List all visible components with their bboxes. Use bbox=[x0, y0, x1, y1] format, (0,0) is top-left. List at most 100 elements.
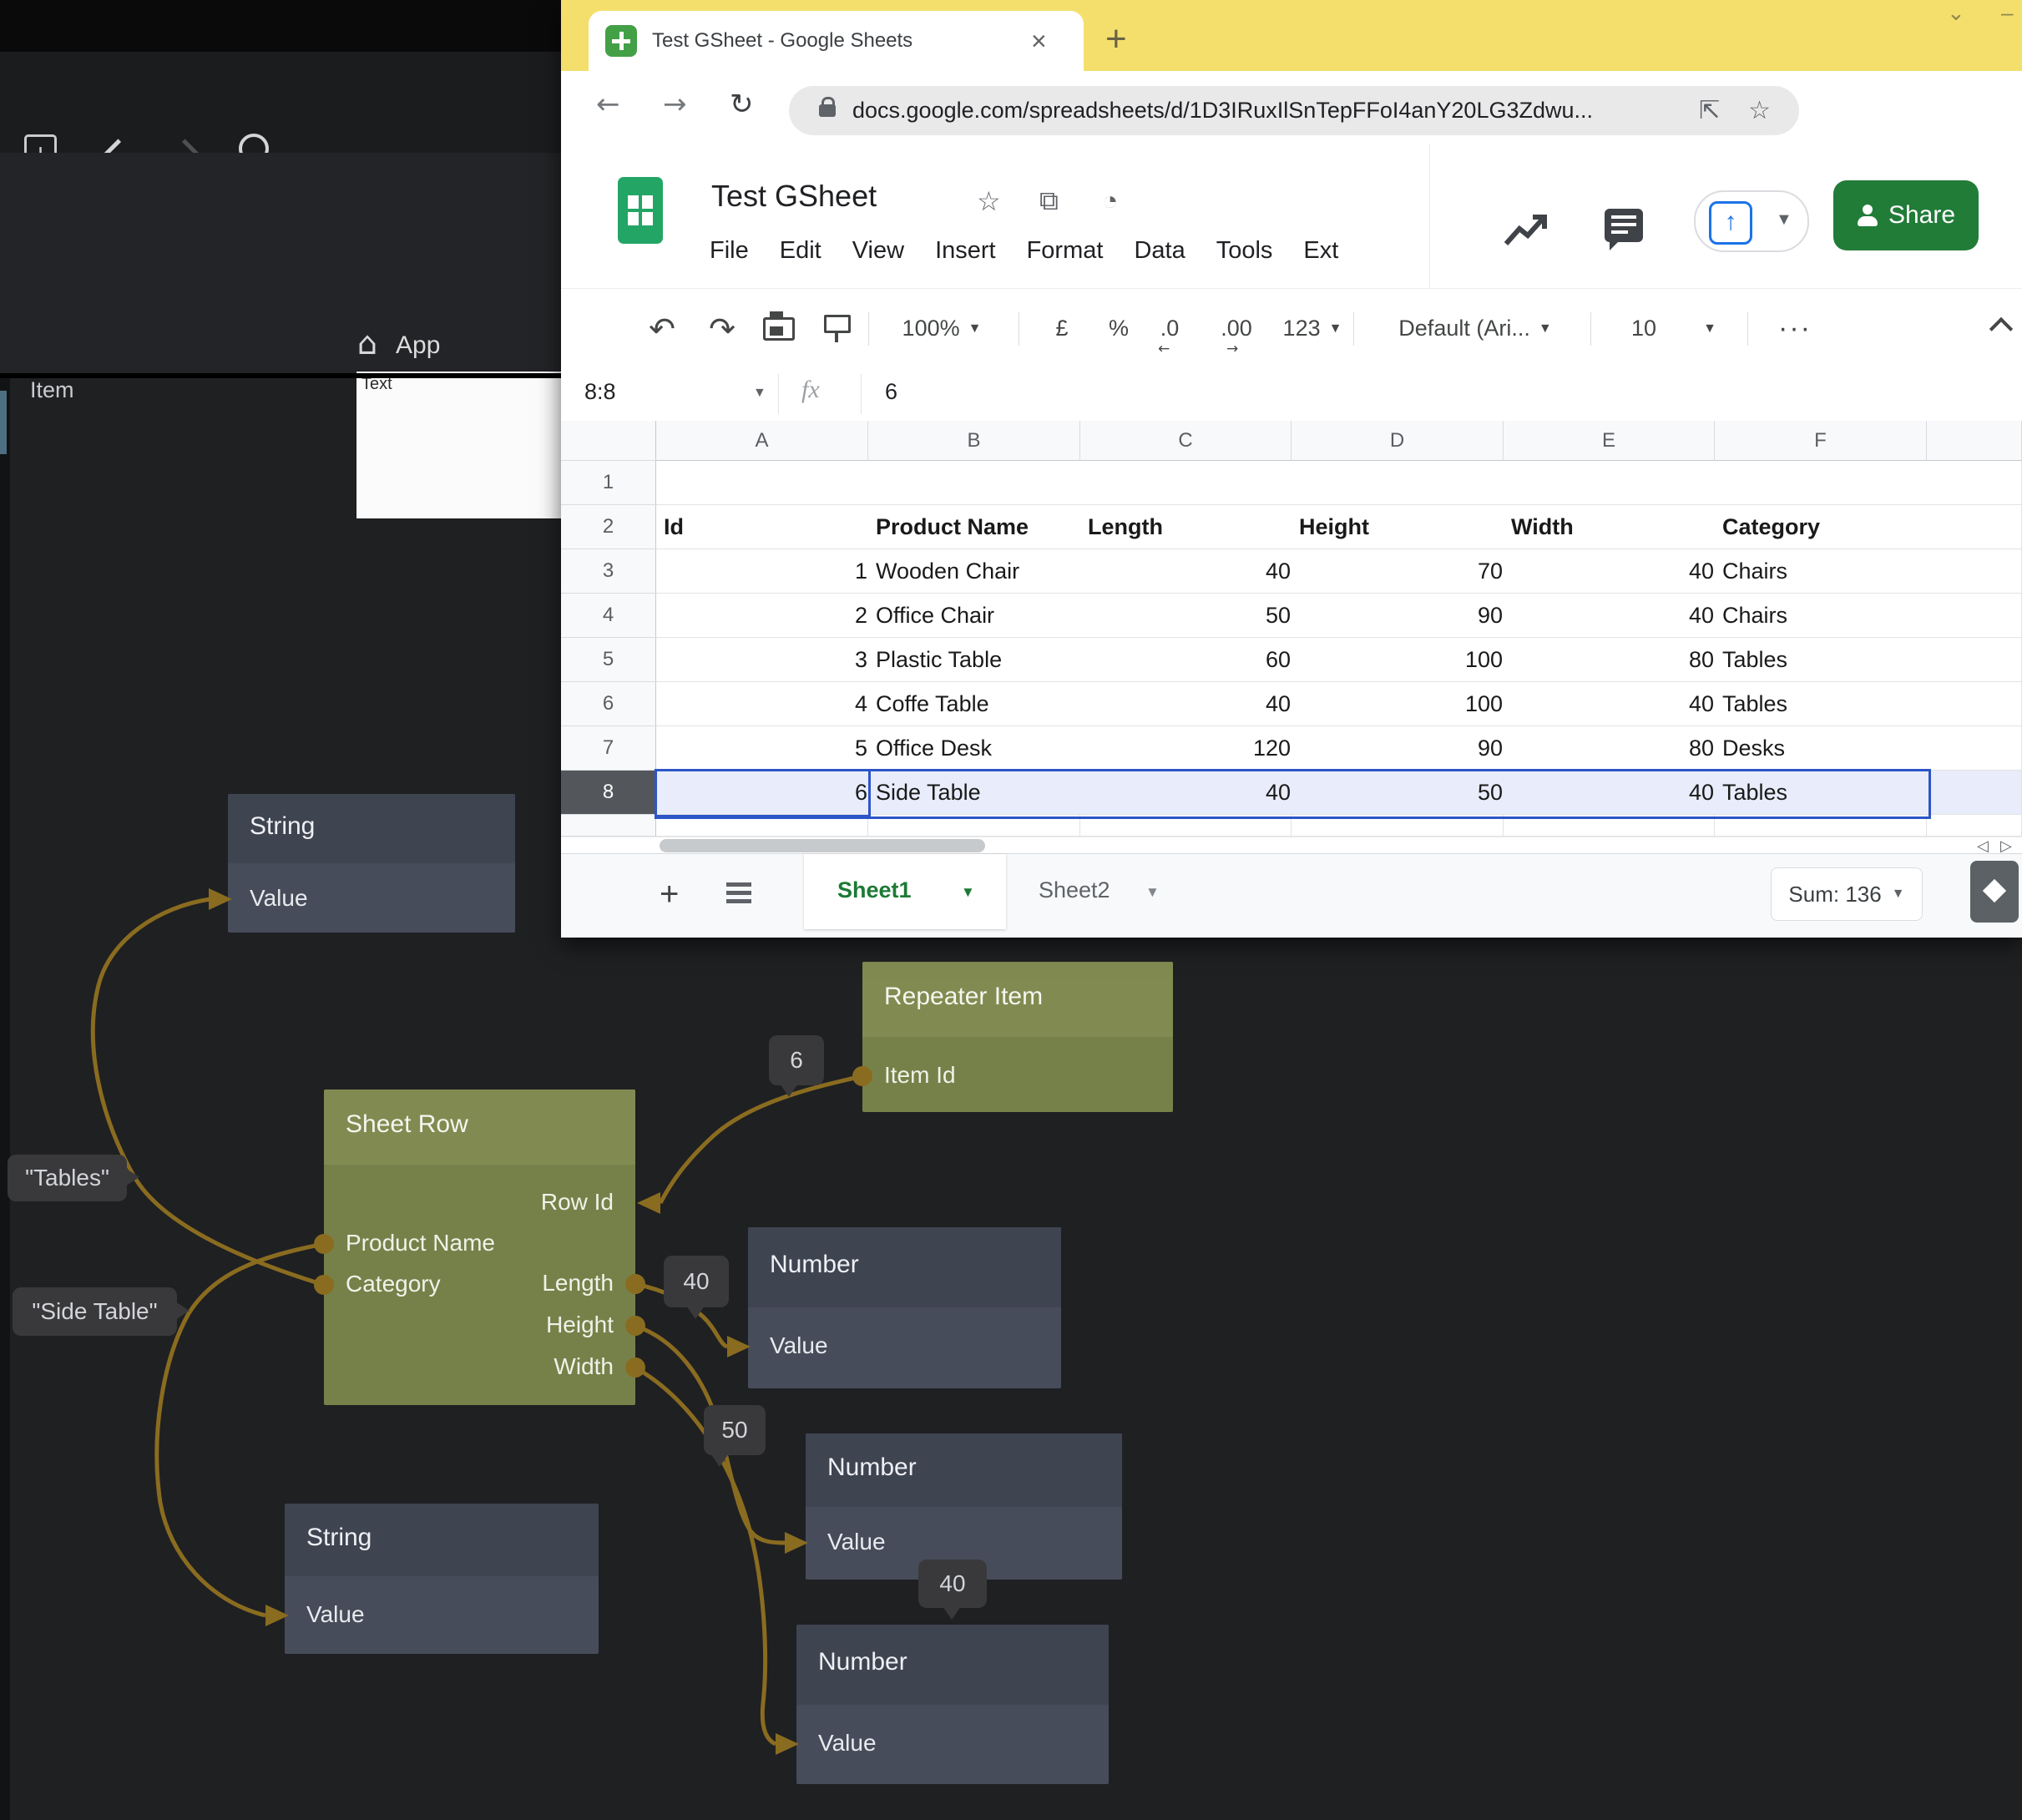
menu-file[interactable]: File bbox=[710, 237, 749, 265]
cell-B1[interactable] bbox=[868, 461, 1088, 505]
port-product-name[interactable]: Product Name bbox=[346, 1230, 495, 1256]
cell-D2[interactable]: Height bbox=[1292, 505, 1511, 549]
bookmark-star-icon[interactable]: ☆ bbox=[1748, 96, 1771, 125]
undo-icon[interactable]: ↶ bbox=[641, 289, 683, 368]
node-number[interactable]: NumberValue bbox=[796, 1625, 1109, 1784]
sheet-tab-active[interactable]: Sheet1 ▼ bbox=[804, 854, 1006, 929]
cell-A8[interactable]: 6 bbox=[656, 771, 877, 815]
horizontal-scrollbar[interactable]: ◁ ▷ bbox=[561, 837, 2022, 854]
port-length[interactable]: Length bbox=[542, 1270, 614, 1297]
explore-button[interactable] bbox=[1970, 861, 2019, 923]
sheets-logo-icon[interactable] bbox=[618, 177, 663, 244]
cell-partial-5[interactable] bbox=[1927, 638, 2022, 682]
comments-icon[interactable] bbox=[1605, 209, 1643, 242]
cell-E8[interactable]: 40 bbox=[1504, 771, 1723, 815]
column-header-B[interactable]: B bbox=[868, 421, 1080, 462]
column-header-E[interactable]: E bbox=[1504, 421, 1715, 462]
row-header-4[interactable]: 4 bbox=[561, 594, 657, 638]
star-document-icon[interactable]: ☆ bbox=[977, 185, 1001, 217]
cell-B3[interactable]: Wooden Chair bbox=[868, 549, 1088, 594]
cell-B6[interactable]: Coffe Table bbox=[868, 682, 1088, 726]
port-value[interactable]: Value bbox=[770, 1332, 828, 1359]
new-tab-icon[interactable]: + bbox=[1105, 18, 1127, 60]
port-width[interactable]: Width bbox=[554, 1353, 614, 1380]
document-title[interactable]: Test GSheet bbox=[711, 179, 877, 214]
present-button[interactable]: ↑ ▼ bbox=[1694, 190, 1809, 252]
all-sheets-icon[interactable] bbox=[726, 882, 751, 904]
cell-C5[interactable]: 60 bbox=[1080, 638, 1300, 682]
row-header-6[interactable]: 6 bbox=[561, 682, 657, 726]
cell-C2[interactable]: Length bbox=[1080, 505, 1299, 549]
menu-edit[interactable]: Edit bbox=[780, 237, 821, 265]
cell-F3[interactable]: Chairs bbox=[1715, 549, 1934, 594]
cell-D1[interactable] bbox=[1292, 461, 1511, 505]
cell-F4[interactable]: Chairs bbox=[1715, 594, 1934, 638]
row-header-8[interactable]: 8 bbox=[561, 771, 657, 815]
cell-C1[interactable] bbox=[1080, 461, 1299, 505]
node-number[interactable]: NumberValue bbox=[806, 1433, 1122, 1580]
sheet-tab-sheet2[interactable]: Sheet2 bbox=[1039, 877, 1110, 903]
cell-B5[interactable]: Plastic Table bbox=[868, 638, 1088, 682]
cell-A4[interactable]: 2 bbox=[656, 594, 877, 638]
cell-partial-3[interactable] bbox=[1927, 549, 2022, 594]
cell-E6[interactable]: 40 bbox=[1504, 682, 1723, 726]
collapse-toolbar-icon[interactable] bbox=[1980, 289, 2022, 368]
browser-tab[interactable]: Test GSheet - Google Sheets × bbox=[589, 11, 1084, 71]
column-header-F[interactable]: F bbox=[1715, 421, 1927, 462]
back-icon[interactable]: ← bbox=[596, 88, 620, 121]
cell-A2[interactable]: Id bbox=[656, 505, 876, 549]
node-sheet-row[interactable]: Sheet RowRow IdProduct NameCategoryLengt… bbox=[324, 1089, 635, 1405]
cell-C6[interactable]: 40 bbox=[1080, 682, 1300, 726]
cell-C8[interactable]: 40 bbox=[1080, 771, 1300, 815]
present-dropdown-icon[interactable]: ▼ bbox=[1776, 210, 1792, 230]
cell-F5[interactable]: Tables bbox=[1715, 638, 1934, 682]
print-icon[interactable] bbox=[758, 289, 800, 368]
share-page-icon[interactable]: ⇱ bbox=[1699, 96, 1720, 125]
cell-E7[interactable]: 80 bbox=[1504, 726, 1723, 771]
row-header-5[interactable]: 5 bbox=[561, 638, 657, 682]
sheet1-dropdown-icon[interactable]: ▼ bbox=[961, 884, 975, 901]
column-header-partial[interactable] bbox=[1927, 421, 2022, 462]
close-tab-icon[interactable]: × bbox=[1031, 26, 1047, 57]
port-category[interactable]: Category bbox=[346, 1271, 441, 1297]
add-sheet-icon[interactable]: + bbox=[660, 876, 679, 913]
node-string[interactable]: StringValue bbox=[228, 794, 515, 933]
more-toolbar-icon[interactable]: ··· bbox=[1770, 289, 1820, 368]
row-header-3[interactable]: 3 bbox=[561, 549, 657, 594]
window-minimize-icon[interactable]: ⌄ bbox=[1947, 0, 1965, 26]
menu-data[interactable]: Data bbox=[1134, 237, 1185, 265]
menu-format[interactable]: Format bbox=[1027, 237, 1104, 265]
row-header-2[interactable]: 2 bbox=[561, 505, 657, 549]
port-value[interactable]: Value bbox=[306, 1601, 365, 1628]
url-text[interactable]: docs.google.com/spreadsheets/d/1D3IRuxIl… bbox=[852, 98, 1699, 124]
cell-A6[interactable]: 4 bbox=[656, 682, 877, 726]
cell-A7[interactable]: 5 bbox=[656, 726, 877, 771]
font-size-select[interactable]: 10▼ bbox=[1620, 289, 1728, 368]
cell-D4[interactable]: 90 bbox=[1292, 594, 1512, 638]
cell-A1[interactable] bbox=[656, 461, 876, 505]
column-header-A[interactable]: A bbox=[656, 421, 868, 462]
move-folder-icon[interactable]: ⧉ bbox=[1039, 185, 1059, 217]
cell-E2[interactable]: Width bbox=[1504, 505, 1722, 549]
cell-A3[interactable]: 1 bbox=[656, 549, 877, 594]
cell-F8[interactable]: Tables bbox=[1715, 771, 1934, 815]
app-preview-canvas[interactable]: Text bbox=[356, 372, 561, 518]
cell-D6[interactable]: 100 bbox=[1292, 682, 1512, 726]
cell-A5[interactable]: 3 bbox=[656, 638, 877, 682]
scroll-left-icon[interactable]: ◁ bbox=[1977, 837, 1989, 855]
font-family-select[interactable]: Default (Ari... ▼ bbox=[1379, 289, 1571, 368]
share-button[interactable]: Share bbox=[1833, 180, 1979, 250]
cell-E3[interactable]: 40 bbox=[1504, 549, 1723, 594]
cell-F6[interactable]: Tables bbox=[1715, 682, 1934, 726]
node-string[interactable]: StringValue bbox=[285, 1504, 599, 1654]
cell-partial-7[interactable] bbox=[1927, 726, 2022, 771]
cell-C4[interactable]: 50 bbox=[1080, 594, 1300, 638]
cell-D8[interactable]: 50 bbox=[1292, 771, 1512, 815]
cell-C7[interactable]: 120 bbox=[1080, 726, 1300, 771]
reload-icon[interactable]: ↻ bbox=[730, 88, 754, 121]
cloud-status-icon[interactable]: ◔ bbox=[1102, 185, 1118, 216]
port-item-id[interactable]: Item Id bbox=[884, 1062, 956, 1089]
port-height[interactable]: Height bbox=[546, 1312, 614, 1338]
menu-insert[interactable]: Insert bbox=[935, 237, 996, 265]
cell-E1[interactable] bbox=[1504, 461, 1722, 505]
